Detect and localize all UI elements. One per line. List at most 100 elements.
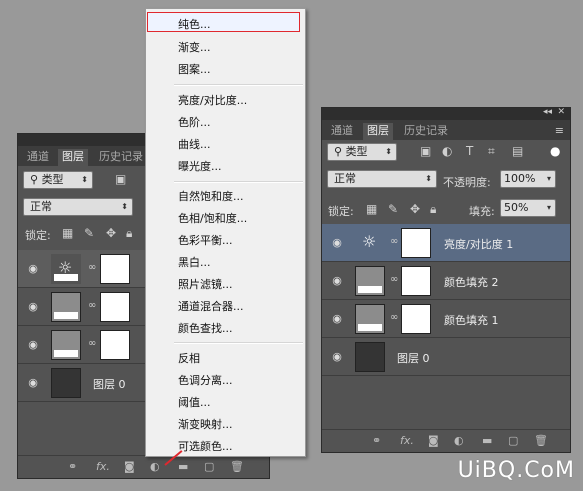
link-icon[interactable]: ∞ [88,338,96,349]
chevron-updown-icon: ⬍ [81,175,88,184]
blend-mode-select[interactable]: 正常 ⬍ [23,198,133,216]
right-layers-panel: ◂◂ ✕ 通道 图层 历史记录 ≡ ⚲ 类型 ⬍ ▣ ◐ T ⌗ ▤ ● 正常 ⬍ 不… [321,107,571,453]
eye-icon[interactable]: ◉ [26,262,40,275]
mask-thumbnail[interactable] [100,330,130,360]
fill-input[interactable]: 50% ▾ [500,199,556,217]
menu-item-pattern[interactable]: 图案... [178,61,211,77]
shape-filter-icon[interactable]: ⌗ [488,144,495,159]
tab-channels[interactable]: 通道 [23,149,53,166]
blend-mode-select[interactable]: 正常 ⬍ [327,170,437,188]
adjustment-layer-icon[interactable]: ◐ [150,460,160,473]
tab-channels[interactable]: 通道 [327,123,357,140]
trash-icon[interactable]: 🗑︎ [534,434,548,447]
add-mask-icon[interactable]: ◙ [428,434,439,447]
opacity-input[interactable]: 100% ▾ [500,170,556,188]
watermark: UiBQ.CoM [457,458,575,483]
new-layer-icon[interactable]: ▢ [508,434,518,447]
lock-move-icon[interactable]: ✥ [410,202,420,216]
image-filter-icon[interactable]: ▣ [420,144,431,158]
eye-icon[interactable]: ◉ [330,350,344,363]
lock-move-icon[interactable]: ✥ [106,226,116,240]
layer-row-adjustment[interactable]: ◉ ☼ ∞ 亮度/对比度 1 [322,224,570,262]
link-icon[interactable]: ∞ [390,236,398,247]
menu-item-color-balance[interactable]: 色彩平衡... [178,232,233,248]
type-filter-icon[interactable]: T [466,144,473,158]
link-layers-icon[interactable]: ⚭ [372,434,381,447]
mask-thumbnail[interactable] [401,266,431,296]
menu-item-black-white[interactable]: 黑白... [178,254,211,270]
adjustment-filter-icon[interactable]: ◐ [442,144,452,158]
menu-item-photo-filter[interactable]: 照片滤镜... [178,276,233,292]
layer-filter-select[interactable]: ⚲ 类型 ⬍ [23,171,93,189]
menu-item-channel-mixer[interactable]: 通道混合器... [178,298,244,314]
menu-item-gradient-map[interactable]: 渐变映射... [178,416,233,432]
lock-label: 锁定: [328,205,354,218]
menu-item-selective-color[interactable]: 可选颜色... [178,438,233,454]
link-icon[interactable]: ∞ [88,262,96,273]
tab-layers[interactable]: 图层 [363,123,393,140]
eye-icon[interactable]: ◉ [330,312,344,325]
layer-row-pixel[interactable]: ◉ 图层 0 [322,338,570,376]
panel-bottom-bar: ⚭ fx. ◙ ◐ ▬ ▢ 🗑︎ [18,455,269,478]
menu-item-highlight [147,12,300,32]
close-icon[interactable]: ✕ [557,107,565,117]
trash-icon[interactable]: 🗑︎ [230,460,244,473]
image-filter-icon[interactable]: ▣ [115,172,126,186]
filter-toggle-icon[interactable]: ● [550,144,560,158]
menu-item-invert[interactable]: 反相 [178,350,200,366]
menu-item-gradient[interactable]: 渐变... [178,39,211,55]
menu-item-levels[interactable]: 色阶... [178,114,211,130]
tab-layers[interactable]: 图层 [58,149,88,166]
menu-item-posterize[interactable]: 色调分离... [178,372,233,388]
link-icon[interactable]: ∞ [390,312,398,323]
fx-button[interactable]: fx. [400,434,414,447]
lock-transparent-icon[interactable]: ▦ [366,202,377,216]
folder-icon[interactable]: ▬ [178,460,188,473]
lock-transparent-icon[interactable]: ▦ [62,226,73,240]
mask-thumbnail[interactable] [401,228,431,258]
sun-icon: ☼ [58,258,73,277]
menu-item-color-lookup[interactable]: 颜色查找... [178,320,233,336]
folder-icon[interactable]: ▬ [482,434,492,447]
tab-history[interactable]: 历史记录 [400,123,452,140]
menu-gutter [146,9,173,456]
layer-row-fill[interactable]: ◉ ∞ 颜色填充 2 [322,262,570,300]
layer-filter-select[interactable]: ⚲ 类型 ⬍ [327,143,397,161]
eye-icon[interactable]: ◉ [330,274,344,287]
link-layers-icon[interactable]: ⚭ [68,460,77,473]
smart-object-filter-icon[interactable]: ▤ [512,144,523,158]
mask-thumbnail[interactable] [100,292,130,322]
menu-item-solid-color[interactable]: 纯色... [178,16,211,32]
link-icon[interactable]: ∞ [390,274,398,285]
eye-icon[interactable]: ◉ [26,376,40,389]
mask-thumbnail[interactable] [401,304,431,334]
chevron-updown-icon: ⬍ [425,174,432,183]
eye-icon[interactable]: ◉ [330,236,344,249]
adjustment-layer-icon[interactable]: ◐ [454,434,464,447]
collapse-icon[interactable]: ◂◂ [543,107,552,117]
fx-button[interactable]: fx. [96,460,110,473]
panel-menu-icon[interactable]: ≡ [555,124,564,137]
mask-thumbnail[interactable] [100,254,130,284]
menu-item-brightness-contrast[interactable]: 亮度/对比度... [178,92,247,108]
add-mask-icon[interactable]: ◙ [124,460,135,473]
menu-separator [174,84,303,86]
layer-row-fill[interactable]: ◉ ∞ 颜色填充 1 [322,300,570,338]
menu-item-exposure[interactable]: 曝光度... [178,158,222,174]
tab-history[interactable]: 历史记录 [95,149,147,166]
eye-icon[interactable]: ◉ [26,300,40,313]
link-icon[interactable]: ∞ [88,300,96,311]
search-icon: ⚲ [30,173,42,186]
lock-all-icon[interactable]: 🔒︎ [430,202,436,217]
eye-icon[interactable]: ◉ [26,338,40,351]
menu-item-hue-saturation[interactable]: 色相/饱和度... [178,210,247,226]
lock-brush-icon[interactable]: ✎ [84,226,94,240]
menu-item-curves[interactable]: 曲线... [178,136,211,152]
adjustment-layer-menu: 纯色... 渐变... 图案... 亮度/对比度... 色阶... 曲线... … [145,8,306,457]
menu-item-vibrance[interactable]: 自然饱和度... [178,188,244,204]
layer-thumbnail [51,368,81,398]
lock-all-icon[interactable]: 🔒︎ [126,226,132,241]
new-layer-icon[interactable]: ▢ [204,460,214,473]
menu-item-threshold[interactable]: 阈值... [178,394,211,410]
lock-brush-icon[interactable]: ✎ [388,202,398,216]
